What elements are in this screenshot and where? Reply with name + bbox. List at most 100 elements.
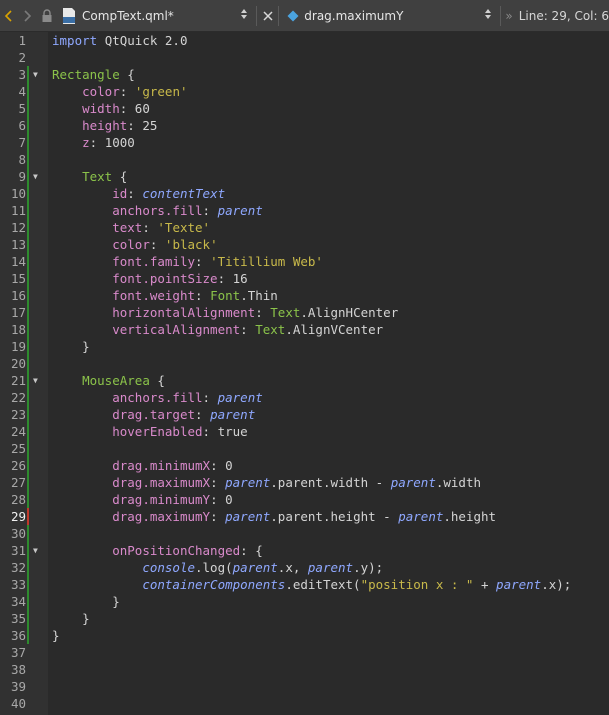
code-line[interactable]: 21 ▼ MouseArea {: [0, 372, 609, 389]
code-line[interactable]: 23 drag.target: parent: [0, 406, 609, 423]
cursor-position[interactable]: Line: 29, Col: 6: [519, 9, 609, 23]
code-token: parent: [496, 577, 542, 592]
code-line[interactable]: 24 hoverEnabled: true: [0, 423, 609, 440]
code-line[interactable]: 15 font.pointSize: 16: [0, 270, 609, 287]
code-token: color: [82, 84, 120, 99]
change-marker: [27, 610, 29, 627]
close-document-button[interactable]: [261, 0, 275, 31]
file-selector[interactable]: CompText.qml*: [58, 4, 252, 28]
code-line[interactable]: 25: [0, 440, 609, 457]
code-text: height: 25: [52, 117, 157, 134]
fold-arrow-icon[interactable]: ▼: [33, 542, 41, 559]
code-line[interactable]: 1 import QtQuick 2.0: [0, 32, 609, 49]
code-line[interactable]: 32 console.log(parent.x, parent.y);: [0, 559, 609, 576]
line-number: 34: [10, 594, 26, 609]
code-line[interactable]: 22 anchors.fill: parent: [0, 389, 609, 406]
code-token: :: [210, 509, 226, 524]
code-token: parent: [217, 203, 263, 218]
code-token: verticalAlignment: [112, 322, 241, 337]
lock-icon: [42, 8, 52, 22]
code-line[interactable]: 27 drag.maximumX: parent.parent.width - …: [0, 474, 609, 491]
back-button[interactable]: [0, 0, 17, 31]
code-line[interactable]: 11 anchors.fill: parent: [0, 202, 609, 219]
code-line[interactable]: 37: [0, 644, 609, 661]
code-line[interactable]: 39: [0, 678, 609, 695]
code-text: anchors.fill: parent: [52, 202, 263, 219]
fold-arrow-icon[interactable]: ▼: [33, 168, 41, 185]
code-token: : 16: [217, 271, 248, 286]
code-token: : 60: [119, 101, 150, 116]
change-marker: [27, 576, 29, 593]
change-marker: [27, 423, 29, 440]
code-line[interactable]: 19 }: [0, 338, 609, 355]
forward-button[interactable]: [17, 0, 36, 31]
code-token: drag.minimumY: [112, 492, 211, 507]
lock-button[interactable]: [37, 0, 58, 31]
code-token: drag.maximumX: [112, 475, 211, 490]
code-line[interactable]: 12 text: 'Texte': [0, 219, 609, 236]
code-token: height: [82, 118, 128, 133]
code-token: hoverEnabled: [112, 424, 203, 439]
code-line[interactable]: 14 font.family: 'Titillium Web': [0, 253, 609, 270]
code-line[interactable]: 8: [0, 151, 609, 168]
fold-arrow-icon[interactable]: ▼: [33, 66, 41, 83]
change-marker: [27, 117, 29, 134]
line-number: 4: [18, 84, 26, 99]
code-token: parent: [225, 475, 271, 490]
code-line[interactable]: 35 }: [0, 610, 609, 627]
code-line[interactable]: 18 verticalAlignment: Text.AlignVCenter: [0, 321, 609, 338]
code-line[interactable]: 6 height: 25: [0, 117, 609, 134]
toolbar-separator: [255, 5, 257, 26]
code-text: font.pointSize: 16: [52, 270, 248, 287]
code-token: :: [195, 288, 211, 303]
change-marker: [27, 134, 29, 151]
line-number: 8: [18, 152, 26, 167]
code-line[interactable]: 36}: [0, 627, 609, 644]
line-number: 1: [18, 33, 26, 48]
code-line[interactable]: 7 z: 1000: [0, 134, 609, 151]
code-token: parent: [225, 509, 271, 524]
line-number: 39: [10, 679, 26, 694]
code-token: }: [52, 611, 90, 626]
change-marker: [27, 321, 29, 338]
code-line[interactable]: 4 color: 'green': [0, 83, 609, 100]
code-editor[interactable]: 1 import QtQuick 2.0 2 3 ▼ Rectangle {4 color…: [0, 32, 609, 715]
line-number: 5: [18, 101, 26, 116]
code-line[interactable]: 20: [0, 355, 609, 372]
change-marker: [27, 593, 29, 610]
code-token: 'Titillium Web': [210, 254, 323, 269]
code-text: }: [52, 627, 60, 644]
symbol-selector[interactable]: drag.maximumY: [283, 4, 496, 28]
code-line[interactable]: 26 drag.minimumX: 0: [0, 457, 609, 474]
code-line[interactable]: 34 }: [0, 593, 609, 610]
code-text: console.log(parent.x, parent.y);: [52, 559, 383, 576]
code-line[interactable]: 5 width: 60: [0, 100, 609, 117]
fold-arrow-icon[interactable]: ▼: [33, 372, 41, 389]
change-marker: [27, 355, 29, 372]
change-marker: [27, 83, 29, 100]
code-line[interactable]: 40: [0, 695, 609, 712]
code-line[interactable]: 2: [0, 49, 609, 66]
code-line[interactable]: 31 ▼ onPositionChanged: {: [0, 542, 609, 559]
code-token: .AlignVCenter: [285, 322, 384, 337]
code-line[interactable]: 38: [0, 661, 609, 678]
code-line[interactable]: 10 id: contentText: [0, 185, 609, 202]
code-line[interactable]: 16 font.weight: Font.Thin: [0, 287, 609, 304]
editor-toolbar: CompText.qml* drag.maximumY » Line: 29, …: [0, 0, 609, 32]
code-line[interactable]: 3 ▼ Rectangle {: [0, 66, 609, 83]
code-line[interactable]: 9 ▼ Text {: [0, 168, 609, 185]
code-line[interactable]: 30: [0, 525, 609, 542]
code-line[interactable]: 13 color: 'black': [0, 236, 609, 253]
code-line[interactable]: 29 drag.maximumY: parent.parent.height -…: [0, 508, 609, 525]
code-token: Font: [210, 288, 241, 303]
change-marker: [27, 236, 29, 253]
code-token: id: [112, 186, 128, 201]
code-line[interactable]: 17 horizontalAlignment: Text.AlignHCente…: [0, 304, 609, 321]
code-token: .log(: [195, 560, 233, 575]
code-line[interactable]: 28 drag.minimumY: 0: [0, 491, 609, 508]
code-line[interactable]: 33 containerComponents.editText("positio…: [0, 576, 609, 593]
